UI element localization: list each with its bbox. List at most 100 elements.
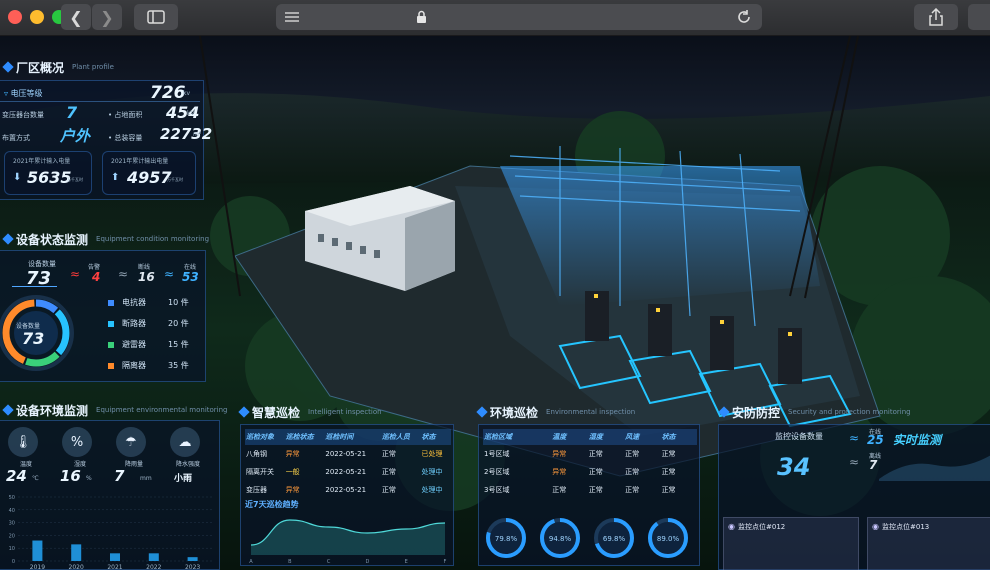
env-item-value[interactable]: 7: [114, 467, 124, 485]
security-wave-graphic: [879, 455, 990, 481]
gauge: 69.8%: [594, 518, 634, 558]
bar: [148, 553, 159, 561]
legend-swatch[interactable]: [108, 300, 114, 306]
table-cell: 一般: [285, 468, 300, 476]
plant-profile-title: 厂区概况 Plant profile: [2, 58, 114, 76]
env-item-value[interactable]: 小雨: [174, 471, 192, 484]
inspection-table: 巡检对象 巡检状态 巡检时间 巡检人员 状态 八角钢 异常 2022-05-21 正常 已处理 隔离…: [245, 429, 451, 499]
column-header: 巡检对象: [246, 433, 274, 441]
legend-value[interactable]: 15 件: [168, 339, 189, 350]
gauge-label: 79.8%: [495, 535, 518, 543]
camera-icon[interactable]: ◉: [872, 522, 879, 531]
voltage-value: 726: [150, 83, 186, 103]
table-row[interactable]: 八角钢 异常 2022-05-21 正常 已处理: [245, 445, 451, 463]
table-cell: 正常: [625, 450, 640, 458]
camera-icon[interactable]: ◉: [728, 522, 735, 531]
y-tick-label: 0: [12, 559, 15, 565]
env_inspection-table: 巡检区域 温度 湿度 风速 状态 1号区域 异常 正常 正常 正常 2号区域 异常 正常 正常 正常 3号区域…: [483, 429, 697, 499]
legend-label[interactable]: 避雷器: [122, 339, 168, 350]
new-tab-button[interactable]: [968, 4, 990, 30]
table-cell: 正常: [625, 486, 640, 494]
diamond-icon: [2, 404, 14, 416]
share-button[interactable]: [914, 4, 958, 30]
area-unit: kV: [187, 110, 195, 117]
minimize-window-button[interactable]: [30, 10, 44, 24]
column-header: 巡检区域: [484, 433, 512, 441]
legend-item[interactable]: 避雷器 15 件: [108, 339, 198, 350]
env-item-value[interactable]: 24: [6, 467, 27, 485]
online-wifi-icon: ≈: [849, 431, 860, 445]
column-header: 巡检时间: [325, 433, 354, 441]
legend-item[interactable]: 隔离器 35 件: [108, 360, 198, 371]
legend-label[interactable]: 隔离器: [122, 360, 168, 371]
table-cell: 2022-05-21: [325, 486, 367, 494]
camera-feed-card[interactable]: ◉ 监控点位#013: [867, 517, 990, 570]
table-cell: 正常: [381, 450, 396, 458]
output-energy-value: 4957: [127, 168, 172, 187]
diamond-icon: [238, 406, 250, 418]
sidebar-toggle-button[interactable]: [134, 4, 178, 30]
equipment-status-panel: 设备数量 73 ≈ 告警 4 ≈ 断线 16 ≈ 在线 53 设备数量 73 电…: [0, 250, 206, 382]
address-bar[interactable]: [276, 4, 762, 30]
legend-label[interactable]: 电抗器: [122, 297, 168, 308]
back-button[interactable]: ❮: [61, 4, 91, 30]
camera-label[interactable]: 监控点位#013: [882, 522, 929, 532]
humidity-icon[interactable]: %: [62, 427, 92, 457]
offline-wifi-icon: ≈: [118, 267, 129, 281]
table-row[interactable]: 1号区域 异常 正常 正常 正常: [483, 445, 697, 463]
env-item-value[interactable]: 16: [60, 467, 81, 485]
column-header: 温度: [552, 433, 567, 441]
env-item-label[interactable]: 降水强度: [166, 459, 210, 468]
cloud-rain-icon[interactable]: ☁: [170, 427, 200, 457]
gauge-label: 69.8%: [603, 535, 626, 543]
table-row[interactable]: 隔离开关 一般 2022-05-21 正常 处理中: [245, 463, 451, 481]
legend-item[interactable]: 电抗器 10 件: [108, 297, 198, 308]
table-cell: 八角钢: [246, 450, 267, 458]
table-cell: 处理中: [421, 468, 443, 476]
diamond-icon: [476, 406, 488, 418]
legend-value[interactable]: 10 件: [168, 297, 189, 308]
table-cell: 正常: [588, 468, 603, 476]
bar: [32, 540, 43, 561]
table-cell: 正常: [661, 468, 676, 476]
legend-swatch[interactable]: [108, 363, 114, 369]
online-wifi-icon: ≈: [164, 267, 175, 281]
x-tick-label: 2022: [146, 564, 161, 570]
env-item-unit[interactable]: %: [86, 475, 92, 482]
capacity-unit: m²: [193, 131, 202, 138]
environment-panel: 🌡 温度 24 ℃% 湿度 16% ☂ 降雨量 7 mm ☁ 降水强度 小雨 0 10 20 30 40 50 20…: [0, 420, 220, 570]
x-tick-label: 2021: [107, 564, 122, 570]
env-item-unit[interactable]: mm: [140, 475, 152, 482]
legend-value[interactable]: 20 件: [168, 318, 189, 329]
legend-value[interactable]: 35 件: [168, 360, 189, 371]
input-energy-value: 5635: [27, 168, 72, 187]
rain-icon[interactable]: ☂: [116, 427, 146, 457]
table-row[interactable]: 3号区域 正常 正常 正常 正常: [483, 481, 697, 499]
security-title: 安防防控 Security and protection monitoring: [718, 403, 911, 421]
table-cell: 正常: [625, 468, 640, 476]
table-cell: 异常: [285, 486, 300, 494]
reader-icon[interactable]: [284, 11, 300, 23]
trend-chart-title: 近7天巡检趋势: [245, 500, 299, 509]
table-cell: 正常: [588, 486, 603, 494]
table-cell: 正常: [661, 486, 676, 494]
table-row[interactable]: 变压器 异常 2022-05-21 正常 处理中: [245, 481, 451, 499]
reload-icon[interactable]: [736, 9, 752, 25]
table-row[interactable]: 2号区域 异常 正常 正常 正常: [483, 463, 697, 481]
offline-wifi-icon: ≈: [849, 455, 860, 469]
thermometer-icon[interactable]: 🌡: [8, 427, 38, 457]
legend-swatch[interactable]: [108, 321, 114, 327]
legend-label[interactable]: 断路器: [122, 318, 168, 329]
gauge-label: 94.8%: [549, 535, 572, 543]
security-online-count: 25: [867, 433, 884, 447]
camera-label[interactable]: 监控点位#012: [738, 522, 785, 532]
legend-item[interactable]: 断路器 20 件: [108, 318, 198, 329]
close-window-button[interactable]: [8, 10, 22, 24]
forward-button[interactable]: ❯: [92, 4, 122, 30]
lock-icon: [417, 10, 426, 23]
table-cell: 异常: [552, 450, 567, 458]
y-tick-label: 10: [9, 546, 15, 552]
camera-feed-card[interactable]: ◉ 监控点位#012: [723, 517, 859, 570]
legend-swatch[interactable]: [108, 342, 114, 348]
env-item-unit[interactable]: ℃: [32, 475, 39, 482]
